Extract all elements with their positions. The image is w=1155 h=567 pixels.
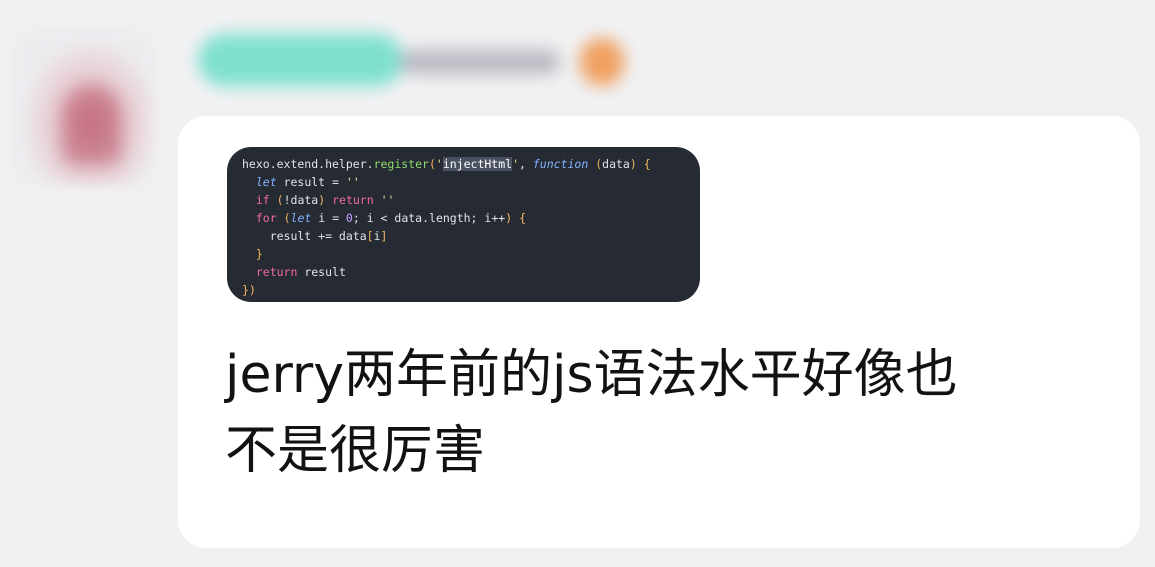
- code-line-8: }): [242, 281, 256, 299]
- sender-badge-icon: [580, 38, 624, 86]
- code-line-6-text: }: [255, 247, 263, 261]
- code-line-3-text: if (!data) return '': [255, 193, 395, 207]
- code-line-2: let result = '': [242, 173, 360, 191]
- avatar-figure: [62, 85, 122, 165]
- code-line-4-text: for (let i = 0; i < data.length; i++) {: [255, 211, 526, 225]
- code-line-8-text: }): [242, 283, 256, 297]
- code-line-1: hexo.extend.helper.register('injectHtml'…: [242, 155, 651, 173]
- message-bubble[interactable]: hexo.extend.helper.register('injectHtml'…: [178, 116, 1140, 548]
- code-line-5-text: result += data[i]: [242, 229, 388, 243]
- message-text-line-1: jerry两年前的js语法水平好像也: [225, 345, 958, 405]
- sender-avatar[interactable]: [14, 30, 154, 185]
- message-text: jerry两年前的js语法水平好像也 不是很厉害: [225, 337, 1105, 489]
- code-line-5: result += data[i]: [242, 227, 388, 245]
- code-line-3: if (!data) return '': [242, 191, 395, 209]
- code-line-2-text: let result = '': [255, 175, 360, 189]
- code-screenshot-image[interactable]: hexo.extend.helper.register('injectHtml'…: [227, 147, 700, 302]
- code-line-6: }: [242, 245, 263, 263]
- code-line-7-text: return result: [255, 265, 346, 279]
- sender-name-highlight: [198, 34, 403, 86]
- code-line-4: for (let i = 0; i < data.length; i++) {: [242, 209, 526, 227]
- sender-name-text: [400, 50, 560, 74]
- code-line-1-text: hexo.extend.helper.register('injectHtml'…: [242, 157, 651, 171]
- message-text-line-2: 不是很厉害: [225, 421, 486, 481]
- code-line-7: return result: [242, 263, 346, 281]
- sender-name-blurred: [190, 22, 650, 102]
